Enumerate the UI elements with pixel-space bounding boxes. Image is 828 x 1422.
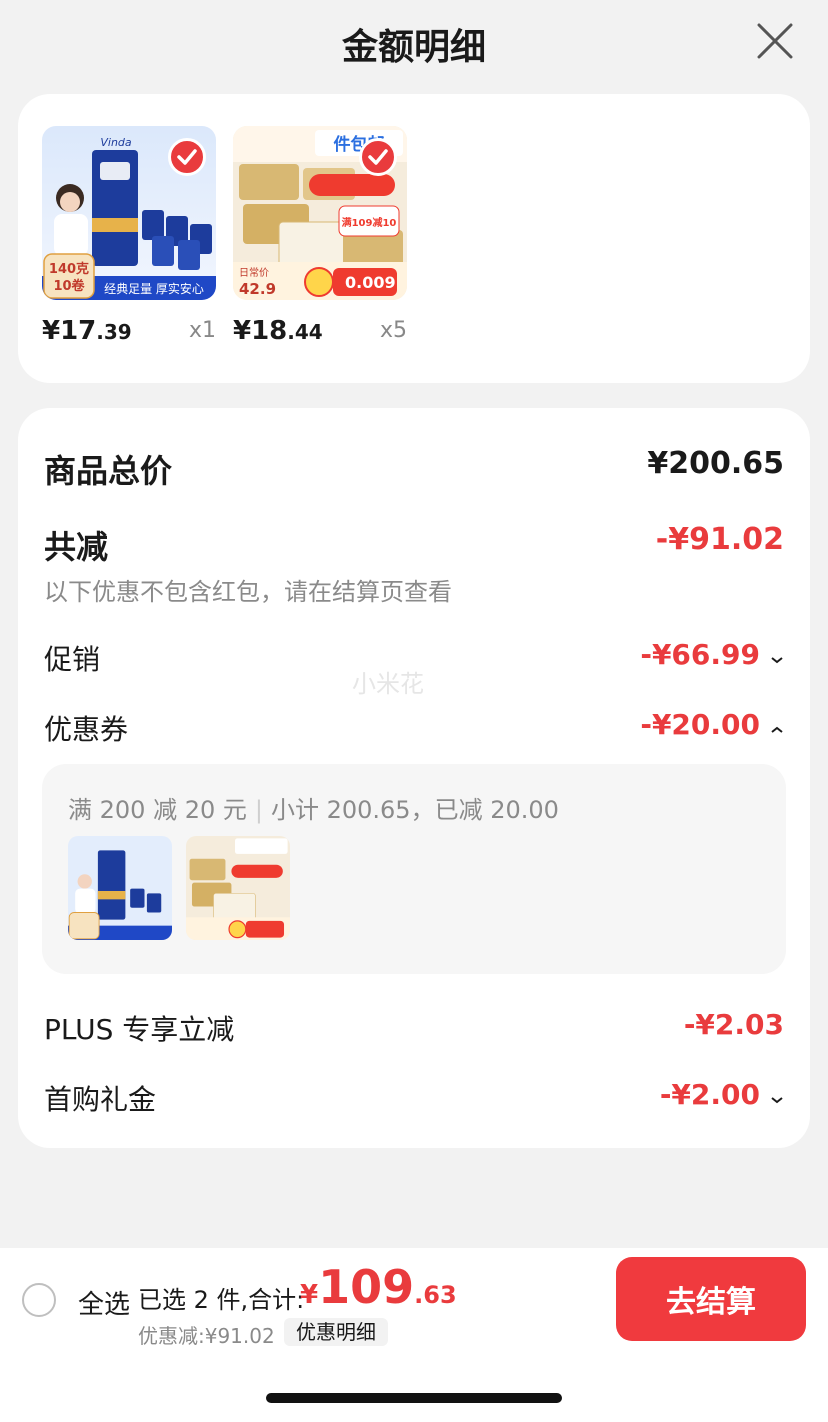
selected-count-text: 已选 2 件,合计: (138, 1286, 305, 1314)
total-int: 109 (318, 1260, 415, 1314)
product-qty: x5 (379, 318, 407, 343)
thumb-brand-text: Vinda (100, 136, 132, 149)
plus-value: -¥2.03 (683, 1008, 784, 1041)
svg-text:140克: 140克 (49, 261, 89, 277)
chevron-down-icon[interactable] (770, 1090, 784, 1109)
coupon-rule: 满 200 减 20 元 (68, 796, 247, 824)
first-purchase-value: -¥2.00 (659, 1078, 760, 1111)
discount-row: 共减 -¥91.02 (44, 522, 784, 566)
coupon-value-group[interactable]: -¥20.00 (640, 708, 784, 741)
page-title: 金额明细 (341, 27, 486, 68)
svg-text:10卷: 10卷 (53, 278, 85, 294)
products-card: 经典足量 厚实安心 140克 10卷 Vinda ¥17.39 x1 件包邮 满… (18, 94, 810, 383)
thumb-deal-text: 0.009 (345, 273, 396, 292)
product-item[interactable]: 经典足量 厚实安心 140克 10卷 Vinda ¥17.39 x1 (42, 126, 216, 346)
watermark: 小米花 (352, 670, 424, 698)
thumb-banner-text: 经典足量 厚实安心 (104, 281, 204, 296)
coupon-description: 满 200 减 20 元 | 小计 200.65，已减 20.00 (68, 796, 559, 824)
price-int: ¥17 (42, 316, 97, 346)
checkout-bar: 全选 已选 2 件,合计: ¥109.63 优惠减:¥91.02 优惠明细 去结… (0, 1248, 828, 1348)
check-icon[interactable] (359, 138, 397, 176)
discount-summary: 优惠减:¥91.02 (138, 1324, 275, 1348)
select-all-label[interactable]: 全选 (78, 1284, 130, 1321)
home-indicator[interactable] (266, 1393, 562, 1403)
first-purchase-label: 首购礼金 (44, 1083, 157, 1116)
coupon-label: 优惠券 (44, 713, 129, 746)
promo-value: -¥66.99 (640, 638, 760, 671)
total-amount: ¥109.63 (300, 1260, 457, 1314)
coupon-product-thumbnail (68, 836, 172, 940)
first-purchase-value-group[interactable]: -¥2.00 (660, 1078, 784, 1111)
select-all-radio[interactable] (22, 1283, 56, 1317)
discount-note: 以下优惠不包含红包，请在结算页查看 (44, 578, 452, 606)
price-dec: .44 (287, 320, 323, 344)
promo-label: 促销 (44, 643, 101, 676)
total-value: ¥200.65 (647, 446, 784, 481)
first-purchase-row[interactable]: 首购礼金 -¥2.00 (44, 1078, 784, 1116)
plus-discount-row: PLUS 专享立减 -¥2.03 (44, 1008, 784, 1046)
product-thumbnail[interactable]: 件包邮 满109减10 日常价 42.9 0.009 (233, 126, 407, 300)
svg-text:日常价: 日常价 (239, 266, 269, 279)
currency-symbol: ¥ (300, 1280, 319, 1310)
chevron-down-icon[interactable] (770, 650, 784, 669)
price-dec: .39 (96, 320, 132, 344)
thumb-promo-text: 满109减10 (342, 216, 397, 229)
thumb-price-text: 42.9 (239, 280, 276, 298)
plus-label: PLUS 专享立减 (44, 1013, 235, 1046)
coupon-row[interactable]: 优惠券 -¥20.00 (44, 708, 784, 746)
promo-value-group[interactable]: -¥66.99 (640, 638, 784, 671)
discount-detail-button[interactable]: 优惠明细 (284, 1318, 388, 1346)
header: 金额明细 (0, 0, 828, 90)
coupon-subtotal: 小计 200.65，已减 20.00 (270, 796, 559, 824)
product-price: ¥17.39 (42, 316, 132, 346)
coupon-value: -¥20.00 (640, 708, 760, 741)
coupon-detail-box: 满 200 减 20 元 | 小计 200.65，已减 20.00 (42, 764, 786, 974)
discount-value: -¥91.02 (655, 522, 784, 557)
product-item[interactable]: 件包邮 满109减10 日常价 42.9 0.009 ¥18.44 x5 (233, 126, 407, 346)
total-row: 商品总价 ¥200.65 (44, 446, 784, 490)
close-icon[interactable] (756, 22, 794, 60)
product-qty: x1 (188, 318, 216, 343)
checkout-button[interactable]: 去结算 (616, 1257, 806, 1341)
chevron-up-icon[interactable] (770, 720, 784, 739)
total-dec: .63 (414, 1281, 457, 1309)
discount-label: 共减 (44, 528, 109, 566)
bottom-safe-area (0, 1348, 828, 1422)
product-price: ¥18.44 (233, 316, 323, 346)
coupon-product-thumbnail (186, 836, 290, 940)
price-int: ¥18 (233, 316, 288, 346)
amount-details-card: 商品总价 ¥200.65 共减 -¥91.02 以下优惠不包含红包，请在结算页查… (18, 408, 810, 1148)
total-label: 商品总价 (44, 452, 173, 490)
check-icon[interactable] (168, 138, 206, 176)
product-thumbnail[interactable]: 经典足量 厚实安心 140克 10卷 Vinda (42, 126, 216, 300)
